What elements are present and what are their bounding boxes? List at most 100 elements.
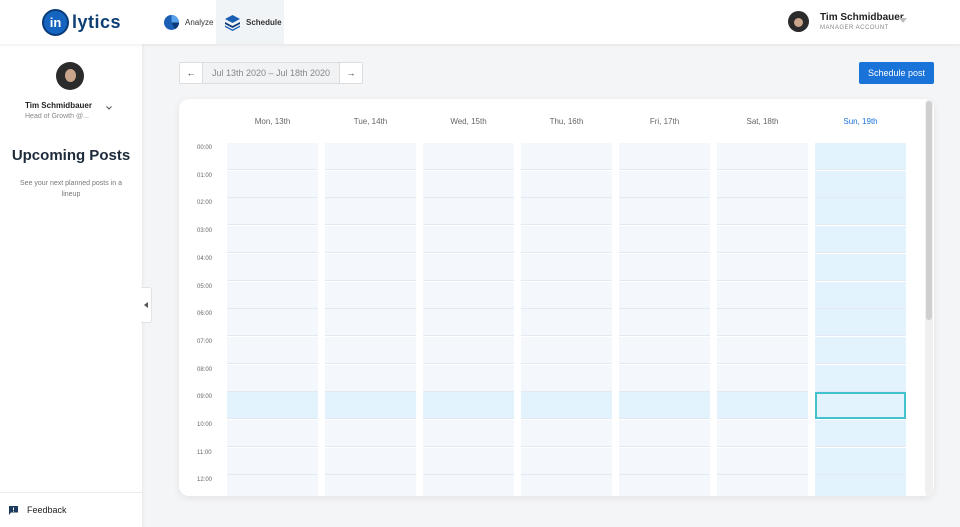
- time-slot[interactable]: [325, 226, 416, 254]
- time-slot[interactable]: [815, 475, 906, 496]
- time-slot[interactable]: [325, 336, 416, 364]
- time-slot[interactable]: [815, 336, 906, 364]
- time-slot[interactable]: [619, 198, 710, 226]
- time-slot[interactable]: [325, 198, 416, 226]
- time-slot[interactable]: [619, 143, 710, 170]
- time-slot[interactable]: [717, 309, 808, 337]
- time-slot[interactable]: [717, 226, 808, 254]
- time-slot[interactable]: [325, 170, 416, 198]
- time-slot[interactable]: [815, 143, 906, 170]
- selected-time-slot[interactable]: [815, 392, 906, 420]
- time-slot[interactable]: [717, 143, 808, 170]
- time-slot[interactable]: [227, 364, 318, 392]
- time-slot[interactable]: [423, 143, 514, 170]
- time-slot[interactable]: [325, 475, 416, 496]
- time-slot[interactable]: [325, 309, 416, 337]
- time-slot[interactable]: [423, 309, 514, 337]
- time-slot[interactable]: [521, 447, 612, 475]
- time-slot[interactable]: [227, 143, 318, 170]
- date-range-display[interactable]: Jul 13th 2020 – Jul 18th 2020: [202, 63, 340, 83]
- time-slot[interactable]: [325, 447, 416, 475]
- time-slot[interactable]: [717, 475, 808, 496]
- time-slot[interactable]: [521, 420, 612, 447]
- time-slot[interactable]: [717, 281, 808, 309]
- nav-schedule[interactable]: Schedule: [216, 0, 284, 44]
- time-slot[interactable]: [619, 226, 710, 254]
- time-slot[interactable]: [815, 198, 906, 226]
- nav-analyze[interactable]: Analyze: [155, 0, 217, 44]
- app-logo[interactable]: in lytics: [42, 9, 121, 36]
- time-slot[interactable]: [521, 309, 612, 337]
- time-slot[interactable]: [423, 226, 514, 254]
- time-slot[interactable]: [619, 170, 710, 198]
- time-slot[interactable]: [815, 309, 906, 337]
- time-slot[interactable]: [423, 336, 514, 364]
- time-slot[interactable]: [717, 420, 808, 447]
- time-slot[interactable]: [325, 364, 416, 392]
- time-slot[interactable]: [717, 253, 808, 281]
- chevron-down-icon[interactable]: [106, 105, 112, 111]
- previous-week-button[interactable]: ←: [180, 63, 202, 83]
- time-slot[interactable]: [521, 198, 612, 226]
- time-slot[interactable]: [521, 475, 612, 496]
- time-slot[interactable]: [619, 281, 710, 309]
- time-slot[interactable]: [619, 364, 710, 392]
- time-slot[interactable]: [423, 198, 514, 226]
- time-slot[interactable]: [227, 253, 318, 281]
- time-slot[interactable]: [325, 281, 416, 309]
- time-slot[interactable]: [815, 281, 906, 309]
- time-slot[interactable]: [521, 281, 612, 309]
- time-slot[interactable]: [325, 420, 416, 447]
- time-slot[interactable]: [521, 143, 612, 170]
- time-slot[interactable]: [227, 420, 318, 447]
- next-week-button[interactable]: →: [340, 63, 362, 83]
- time-slot[interactable]: [227, 309, 318, 337]
- feedback-button[interactable]: Feedback: [0, 492, 142, 527]
- time-slot[interactable]: [619, 447, 710, 475]
- calendar-scrollbar[interactable]: [925, 100, 933, 496]
- time-slot[interactable]: [717, 198, 808, 226]
- time-slot[interactable]: [423, 392, 514, 420]
- time-slot[interactable]: [619, 309, 710, 337]
- time-slot[interactable]: [227, 392, 318, 420]
- time-slot[interactable]: [423, 475, 514, 496]
- time-slot[interactable]: [227, 170, 318, 198]
- time-slot[interactable]: [521, 336, 612, 364]
- time-slot[interactable]: [227, 336, 318, 364]
- time-slot[interactable]: [521, 364, 612, 392]
- time-slot[interactable]: [423, 364, 514, 392]
- time-slot[interactable]: [423, 253, 514, 281]
- time-slot[interactable]: [227, 198, 318, 226]
- collapse-sidebar-toggle[interactable]: [141, 287, 152, 323]
- time-slot[interactable]: [521, 253, 612, 281]
- time-slot[interactable]: [227, 281, 318, 309]
- caret-down-icon[interactable]: [899, 18, 907, 23]
- time-slot[interactable]: [717, 336, 808, 364]
- time-slot[interactable]: [619, 253, 710, 281]
- time-slot[interactable]: [619, 475, 710, 496]
- time-slot[interactable]: [717, 364, 808, 392]
- time-slot[interactable]: [521, 392, 612, 420]
- time-slot[interactable]: [521, 170, 612, 198]
- time-slot[interactable]: [815, 420, 906, 447]
- time-slot[interactable]: [619, 392, 710, 420]
- time-slot[interactable]: [325, 143, 416, 170]
- time-slot[interactable]: [815, 253, 906, 281]
- time-slot[interactable]: [717, 392, 808, 420]
- time-slot[interactable]: [423, 281, 514, 309]
- time-slot[interactable]: [423, 420, 514, 447]
- schedule-post-button[interactable]: Schedule post: [859, 62, 934, 84]
- time-slot[interactable]: [227, 475, 318, 496]
- time-slot[interactable]: [815, 447, 906, 475]
- time-slot[interactable]: [521, 226, 612, 254]
- time-slot[interactable]: [227, 226, 318, 254]
- scrollbar-thumb[interactable]: [926, 101, 932, 320]
- time-slot[interactable]: [325, 253, 416, 281]
- time-slot[interactable]: [619, 420, 710, 447]
- time-slot[interactable]: [325, 392, 416, 420]
- account-menu[interactable]: Tim Schmidbauer MANAGER ACCOUNT: [788, 11, 907, 32]
- time-slot[interactable]: [815, 170, 906, 198]
- time-slot[interactable]: [815, 226, 906, 254]
- time-slot[interactable]: [619, 336, 710, 364]
- time-slot[interactable]: [423, 170, 514, 198]
